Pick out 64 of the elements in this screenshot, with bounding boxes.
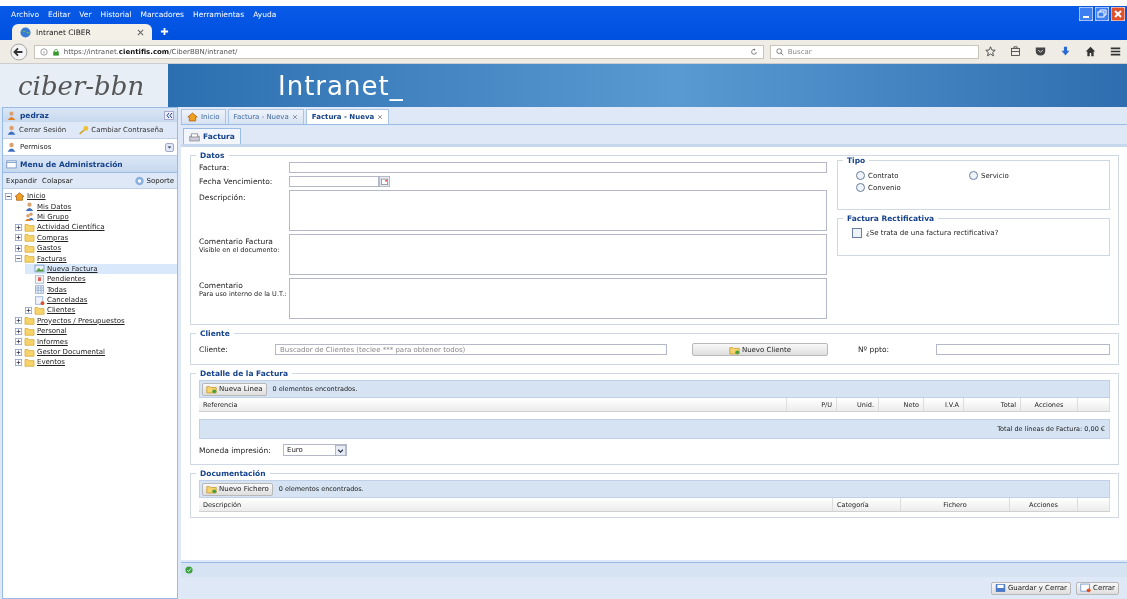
user-icon [6, 110, 17, 120]
clipboard-icon[interactable] [1010, 46, 1021, 57]
expand-icon[interactable] [15, 234, 22, 242]
close-icon[interactable] [137, 28, 144, 36]
folder-icon [24, 233, 35, 243]
close-icon[interactable] [291, 114, 298, 120]
table-icon [34, 285, 45, 295]
search-icon [775, 47, 784, 56]
expand-icon[interactable] [15, 348, 22, 356]
user-icon [6, 125, 17, 135]
key-icon [78, 125, 90, 135]
calendar-icon[interactable] [379, 176, 390, 187]
folder-icon [24, 357, 35, 367]
expand-icon[interactable] [15, 223, 22, 231]
download-icon[interactable] [1060, 46, 1071, 57]
reload-icon[interactable] [749, 47, 758, 56]
close-icon[interactable] [377, 114, 384, 120]
expand-icon[interactable] [15, 244, 22, 252]
expand-icon[interactable] [15, 327, 22, 335]
logo: ciber-bbn [18, 70, 145, 101]
folder-add-icon [206, 384, 217, 394]
picture-frame-icon [34, 264, 45, 274]
folder-icon [24, 222, 35, 232]
user-icon [6, 142, 17, 152]
folder-icon [24, 326, 35, 336]
window-icon [6, 159, 17, 169]
users-icon [24, 212, 35, 222]
expand-icon[interactable] [15, 317, 22, 325]
restore-icon[interactable] [1095, 7, 1109, 21]
folder-add-icon [206, 484, 217, 494]
expand-icon[interactable] [25, 307, 32, 314]
folder-icon [24, 347, 35, 357]
site-title: Intranet_ [278, 70, 404, 101]
window-close-icon [1080, 583, 1091, 593]
menu-icon[interactable] [1110, 46, 1121, 57]
new-tab-icon[interactable] [160, 27, 169, 36]
printer-icon [189, 131, 200, 142]
globe-icon [20, 26, 31, 38]
folder-icon [24, 316, 35, 326]
expand-icon[interactable] [15, 338, 22, 346]
lock-icon [51, 47, 60, 56]
star-icon[interactable] [985, 46, 996, 57]
collapse-icon[interactable] [15, 255, 22, 263]
collapse-icon[interactable] [5, 192, 12, 200]
expand-icon[interactable] [15, 358, 22, 366]
back-icon[interactable] [10, 42, 28, 61]
folder-add-icon [728, 344, 740, 355]
folder-icon [24, 243, 35, 253]
document-icon [34, 274, 45, 284]
collapse-panel-icon[interactable] [164, 110, 174, 120]
house-icon [14, 191, 25, 201]
text-field[interactable] [936, 344, 1110, 355]
house-icon [187, 112, 198, 122]
folder-icon [34, 306, 45, 315]
folder-icon [24, 337, 35, 347]
date-field[interactable] [289, 176, 379, 187]
user-icon [24, 202, 35, 212]
save-icon [994, 583, 1006, 593]
text-field[interactable] [289, 162, 827, 173]
lifebuoy-icon [133, 175, 145, 186]
home-icon[interactable] [1085, 46, 1096, 57]
check-icon [185, 566, 193, 574]
minimize-icon[interactable] [1079, 7, 1093, 21]
cancelled-document-icon [34, 295, 45, 305]
